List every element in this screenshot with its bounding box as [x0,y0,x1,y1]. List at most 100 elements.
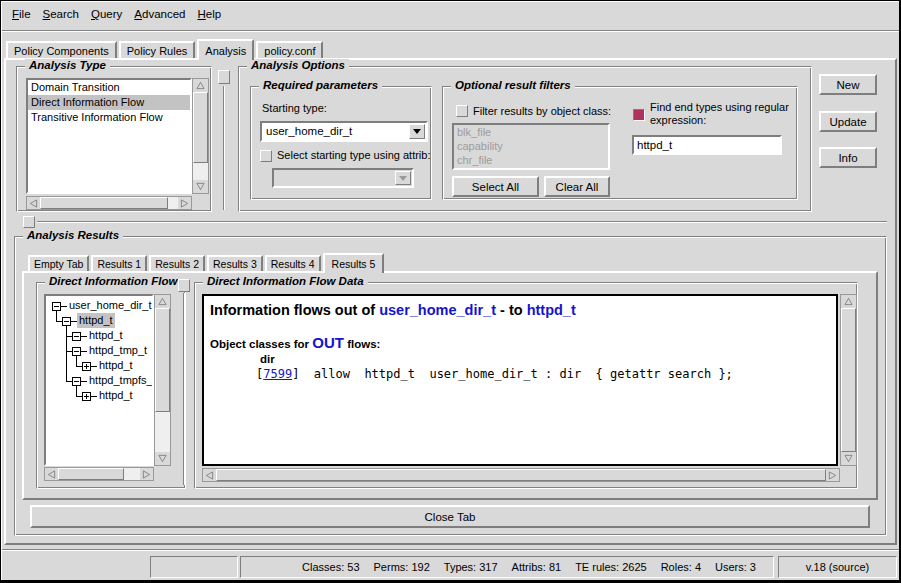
analysis-type-option-selected[interactable]: Direct Information Flow [28,95,190,110]
select-all-button[interactable]: Select All [452,176,539,197]
stat-attribs: Attribs: 81 [512,561,562,573]
data-subheading: Object classes for OUT flows: [210,334,380,351]
sash-handle[interactable] [178,279,190,292]
scroll-right-icon[interactable] [140,468,153,480]
scroll-up-icon[interactable] [193,79,208,92]
scrollbar-thumb[interactable] [155,308,170,412]
object-class-item: chr_file [454,153,608,167]
scroll-right-icon[interactable] [826,469,839,481]
object-class-item: capability [454,139,608,153]
starting-type-value: user_home_dir_t [266,125,352,137]
scroll-left-icon[interactable] [45,468,58,480]
statusbar-stats: Classes: 53 Perms: 192 Types: 317 Attrib… [240,556,774,578]
dropdown-arrow-icon[interactable] [409,124,425,139]
tree-collapse-icon[interactable] [72,332,81,341]
tab-label: policy.conf [264,45,315,57]
tab-results-1[interactable]: Results 1 [91,255,147,271]
menu-file[interactable]: File [6,3,37,25]
tree-node-label[interactable]: httpd_t [77,313,115,328]
tree-node-label[interactable]: user_home_dir_t [67,298,154,313]
statusbar-version: v.18 (source) [778,556,897,578]
close-tab-button[interactable]: Close Tab [30,505,870,528]
scrollbar-trough[interactable] [124,468,140,480]
analysis-type-option[interactable]: Domain Transition [28,80,190,95]
scrollbar-thumb[interactable] [58,468,124,480]
new-button[interactable]: New [819,74,877,95]
object-class-listbox: blk_file capability chr_file [452,123,610,170]
rule-id-link[interactable]: 7599 [263,367,292,381]
scroll-down-icon[interactable] [155,452,170,465]
scroll-left-icon[interactable] [27,197,40,209]
stat-users: Users: 3 [715,561,756,573]
tab-policy-components[interactable]: Policy Components [6,41,117,58]
data-hscrollbar[interactable] [202,468,840,482]
sash-handle[interactable] [23,216,35,228]
menu-help[interactable]: Help [191,3,227,25]
tab-analysis[interactable]: Analysis [197,39,254,60]
analysis-type-hscrollbar[interactable] [26,196,192,210]
attrib-checkbox[interactable] [260,150,272,162]
starting-type-combobox[interactable]: user_home_dir_t [260,121,428,142]
info-button[interactable]: Info [819,147,877,168]
scroll-right-icon[interactable] [178,197,191,209]
scrollbar-thumb[interactable] [841,308,856,452]
data-vscrollbar[interactable] [840,294,857,466]
analysis-type-option[interactable]: Transitive Information Flow [28,110,190,125]
scroll-up-icon[interactable] [841,295,856,308]
scroll-down-icon[interactable] [193,180,208,193]
regex-input[interactable]: httpd_t [632,135,782,155]
regex-checkbox[interactable] [633,109,645,121]
tab-label: Empty Tab [34,258,83,270]
sash-handle[interactable] [218,70,230,84]
attrib-combobox [272,168,414,188]
tab-label: Results 3 [213,258,257,270]
clear-all-button[interactable]: Clear All [544,176,610,197]
menu-advanced[interactable]: Advanced [128,3,191,25]
sash-line [183,293,185,485]
tree-node-label[interactable]: httpd_tmpfs_t [87,373,154,388]
scrollbar-trough[interactable] [168,197,178,209]
menu-query[interactable]: Query [85,3,128,25]
flow-data-textarea[interactable]: Information flows out of user_home_dir_t… [202,294,838,466]
scroll-up-icon[interactable] [155,295,170,308]
scrollbar-thumb[interactable] [40,197,168,209]
scrollbar-trough[interactable] [155,412,170,452]
tree-collapse-icon[interactable] [72,347,81,356]
update-button[interactable]: Update [819,111,877,132]
tab-label: Results 4 [271,258,315,270]
tab-policy-rules[interactable]: Policy Rules [119,41,196,58]
rule-line: [7599] allow httpd_t user_home_dir_t : d… [256,367,733,381]
tree-vscrollbar[interactable] [154,294,171,466]
tab-policy-conf[interactable]: policy.conf [256,41,323,58]
scroll-down-icon[interactable] [841,452,856,465]
subheading-prefix: Object classes for [210,338,312,350]
tree-collapse-icon[interactable] [72,377,81,386]
filter-by-class-checkbox[interactable] [456,105,468,117]
menu-search[interactable]: Search [37,3,85,25]
tree-node-label[interactable]: httpd_t [87,328,125,343]
scroll-left-icon[interactable] [203,469,216,481]
tree-collapse-icon[interactable] [62,317,71,326]
tree-collapse-icon[interactable] [52,302,61,311]
filter-by-class-label[interactable]: Filter results by object class: [473,105,611,117]
tab-results-4[interactable]: Results 4 [265,255,321,271]
flow-tree-title: Direct Information Flow T [45,275,181,287]
tree-node-label[interactable]: httpd_t [97,388,135,403]
tree-node-label[interactable]: httpd_t [97,358,135,373]
tab-results-5[interactable]: Results 5 [323,253,385,273]
scrollbar-thumb[interactable] [216,469,826,481]
scrollbar-trough[interactable] [193,163,208,180]
tree-node-label[interactable]: httpd_tmp_t [87,343,149,358]
analysis-type-vscrollbar[interactable] [192,78,209,194]
close-tab-label: Close Tab [425,511,476,523]
tree-expand-icon[interactable] [82,392,91,401]
attrib-checkbox-label[interactable]: Select starting type using attrib: [277,149,430,161]
tree-hscrollbar[interactable] [44,467,154,481]
tab-empty-tab[interactable]: Empty Tab [28,255,89,271]
tab-results-3[interactable]: Results 3 [207,255,263,271]
scrollbar-thumb[interactable] [193,92,208,163]
tab-results-2[interactable]: Results 2 [149,255,205,271]
tree-expand-icon[interactable] [82,362,91,371]
statusbar-cell-empty [150,556,238,578]
regex-checkbox-label[interactable]: Find end types using regular expression: [650,101,792,127]
